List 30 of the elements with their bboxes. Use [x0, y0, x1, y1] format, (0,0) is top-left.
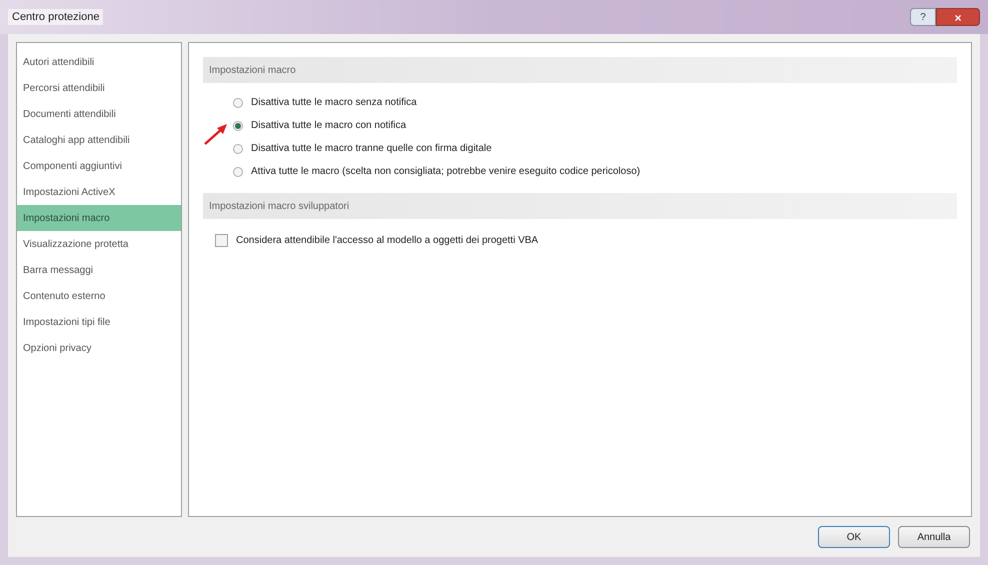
- sidebar-item[interactable]: Contenuto esterno: [17, 283, 181, 309]
- sidebar-item[interactable]: Impostazioni macro: [17, 205, 181, 231]
- sidebar-item[interactable]: Visualizzazione protetta: [17, 231, 181, 257]
- window-title: Centro protezione: [8, 8, 104, 26]
- option-label: Disattiva tutte le macro senza notifica: [251, 96, 417, 110]
- radio-button[interactable]: [233, 166, 243, 176]
- arrow-drawing: [203, 122, 229, 146]
- sidebar-item[interactable]: Cataloghi app attendibili: [17, 127, 181, 153]
- ok-button[interactable]: OK: [818, 526, 890, 548]
- section-heading: Impostazioni macro: [203, 57, 957, 83]
- close-button[interactable]: ×: [936, 8, 980, 26]
- option-label: Considera attendibile l'accesso al modello a oggetti dei progetti VBA: [236, 234, 538, 248]
- section-heading: Impostazioni macro sviluppatori: [203, 193, 957, 219]
- sidebar-item[interactable]: Documenti attendibili: [17, 101, 181, 127]
- sidebar-item[interactable]: Opzioni privacy: [17, 335, 181, 361]
- option-label: Attiva tutte le macro (scelta non consigliata; potrebbe venire eseguito codice pericoloso): [251, 165, 640, 179]
- radio-button[interactable]: [233, 98, 243, 108]
- sidebar-item[interactable]: Autori attendibili: [17, 49, 181, 75]
- option-label: Disattiva tutte le macro tranne quelle con firma digitale: [251, 142, 492, 156]
- sidebar-item[interactable]: Barra messaggi: [17, 257, 181, 283]
- sidebar-item[interactable]: Percorsi attendibili: [17, 75, 181, 101]
- radio-button[interactable]: [233, 144, 243, 154]
- checkbox[interactable]: [215, 234, 228, 246]
- sidebar-item[interactable]: Componenti aggiuntivi: [17, 153, 181, 179]
- sidebar-item[interactable]: Impostazioni ActiveX: [17, 179, 181, 205]
- sidebar-item[interactable]: Impostazioni tipi file: [17, 309, 181, 335]
- help-button[interactable]: ?: [910, 8, 936, 26]
- cancel-button[interactable]: Annulla: [898, 526, 970, 548]
- radio-button[interactable]: [233, 120, 243, 130]
- option-label: Disattiva tutte le macro con notifica: [251, 119, 406, 133]
